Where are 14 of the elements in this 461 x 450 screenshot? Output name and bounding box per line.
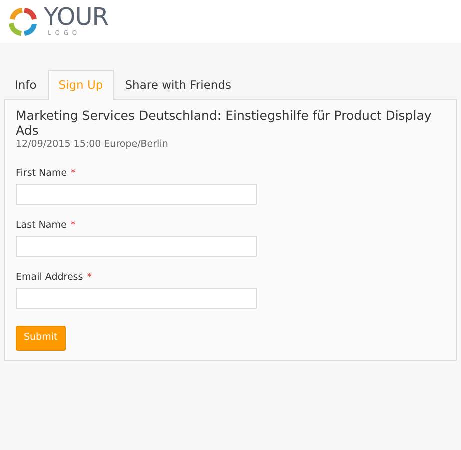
- input-field[interactable]: [16, 184, 257, 205]
- field-label: Last Name: [16, 218, 67, 233]
- event-title: Marketing Services Deutschland: Einstiegshilfe für Product Display Ads: [16, 108, 433, 138]
- field-label: Email Address: [16, 271, 84, 285]
- tab[interactable]: Info: [4, 70, 48, 100]
- logo-text: YOUR: [44, 5, 108, 29]
- required-mark: *: [87, 271, 92, 285]
- tab[interactable]: Share with Friends: [114, 70, 242, 100]
- event-date: 12/09/2015 15:00 Europe/Berlin: [16, 138, 170, 152]
- required-mark: *: [71, 166, 76, 180]
- input-field[interactable]: [16, 236, 257, 257]
- required-mark: *: [70, 218, 76, 233]
- input-field[interactable]: [16, 288, 257, 310]
- field-label: First Name: [16, 166, 68, 180]
